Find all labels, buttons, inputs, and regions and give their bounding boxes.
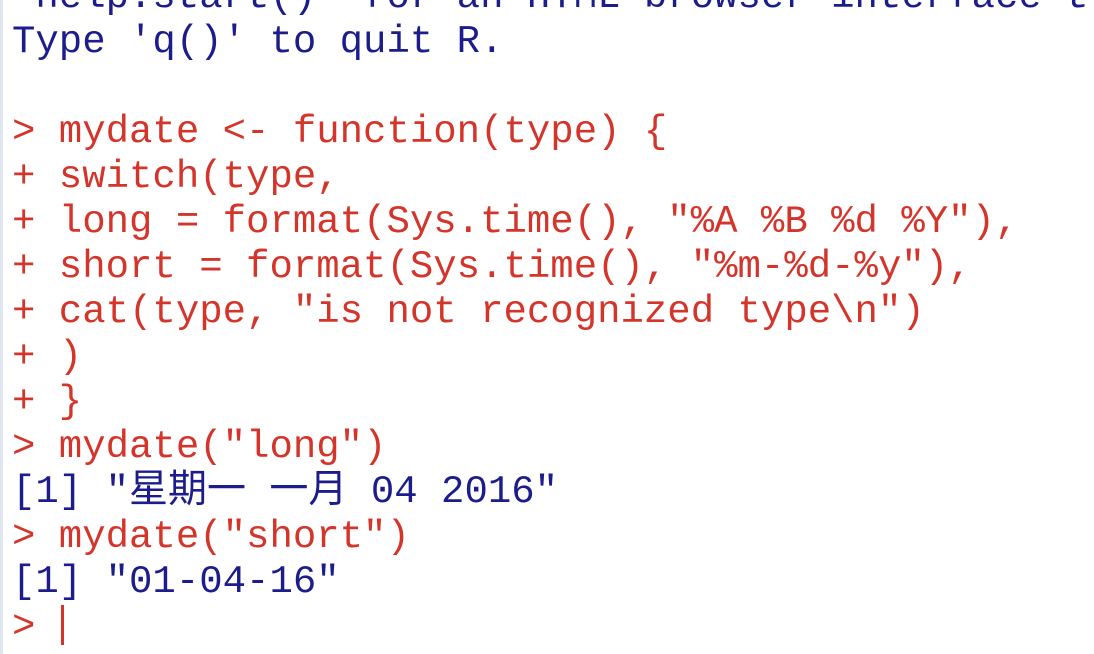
console-input-line: + long = format(Sys.time(), "%A %B %d %Y…	[12, 200, 1019, 244]
console-output-line: 'help.start()' for an HTML browser inter…	[12, 0, 1089, 20]
text-cursor	[60, 605, 64, 645]
console-output-line: [1] "01-04-16"	[12, 560, 340, 604]
window-left-border	[0, 0, 3, 654]
console-input-line: + short = format(Sys.time(), "%m-%d-%y")…	[12, 245, 972, 289]
console-input-line: + }	[12, 380, 83, 424]
prompt-symbol: >	[12, 605, 59, 649]
console-input-line: > mydate("short")	[12, 515, 410, 559]
r-console[interactable]: 'help.start()' for an HTML browser inter…	[12, 0, 1089, 650]
console-input-line: + )	[12, 335, 83, 379]
console-prompt-line[interactable]: >	[12, 605, 1089, 650]
console-input-line: + cat(type, "is not recognized type\n")	[12, 290, 925, 334]
console-input-line: > mydate <- function(type) {	[12, 110, 668, 154]
console-input-line: + switch(type,	[12, 155, 340, 199]
console-output-line: [1] "星期一 一月 04 2016"	[12, 470, 559, 514]
console-input-line: > mydate("long")	[12, 425, 387, 469]
console-output-line: Type 'q()' to quit R.	[12, 20, 504, 64]
